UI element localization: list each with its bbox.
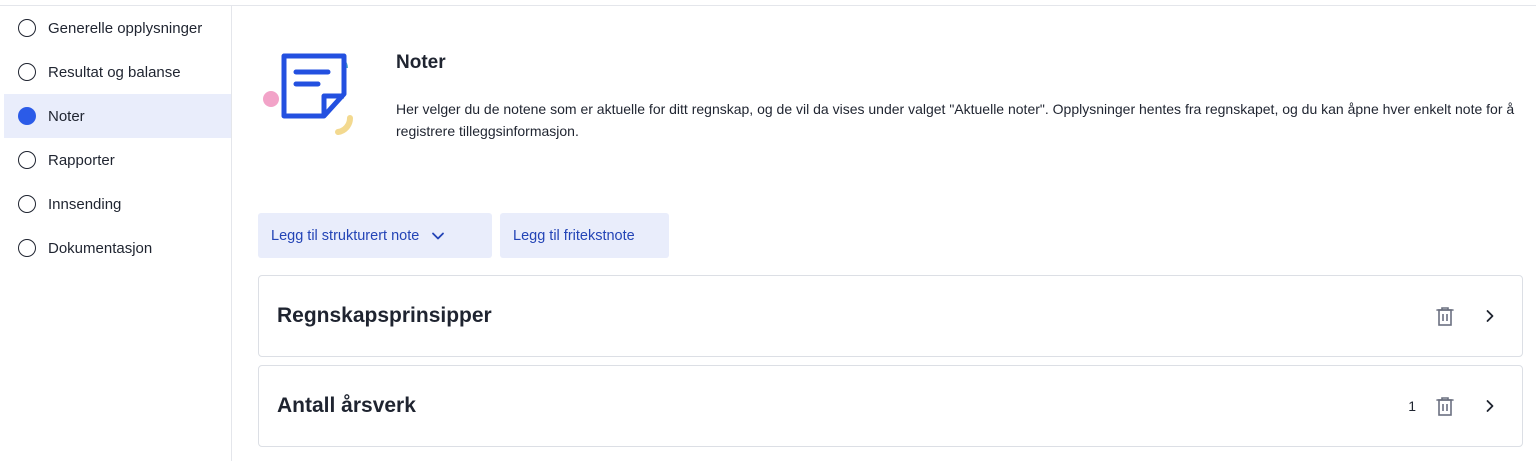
trash-icon[interactable]: [1434, 395, 1456, 417]
note-card[interactable]: Regnskapsprinsipper: [258, 275, 1523, 357]
add-freetext-note-label: Legg til fritekstnote: [513, 227, 635, 244]
sidebar-item-label: Innsending: [48, 195, 122, 213]
add-structured-note-label: Legg til strukturert note: [271, 227, 420, 244]
radio-empty-icon: [18, 195, 36, 213]
sidebar-item-dokumentasjon[interactable]: Dokumentasjon: [4, 226, 231, 270]
trash-icon[interactable]: [1434, 305, 1456, 327]
note-card[interactable]: Antall årsverk 1: [258, 365, 1523, 447]
radio-filled-icon: [18, 107, 36, 125]
chevron-down-icon: [432, 232, 445, 239]
add-structured-note-button[interactable]: Legg til strukturert note: [258, 213, 492, 258]
sidebar-item-label: Noter: [48, 107, 85, 125]
radio-empty-icon: [18, 151, 36, 169]
sidebar-item-noter[interactable]: Noter: [4, 94, 231, 138]
page-title: Noter: [396, 52, 446, 73]
chevron-right-icon[interactable]: [1482, 308, 1498, 324]
note-count: 1: [1408, 398, 1416, 414]
radio-empty-icon: [18, 19, 36, 37]
note-title: Antall årsverk: [277, 394, 416, 417]
note-title: Regnskapsprinsipper: [277, 304, 492, 327]
sidebar-item-label: Rapporter: [48, 151, 115, 169]
sidebar-item-generelle-opplysninger[interactable]: Generelle opplysninger: [4, 6, 231, 50]
chevron-right-icon[interactable]: [1482, 398, 1498, 414]
radio-empty-icon: [18, 239, 36, 257]
sidebar-item-resultat-og-balanse[interactable]: Resultat og balanse: [4, 50, 231, 94]
sidebar-item-rapporter[interactable]: Rapporter: [4, 138, 231, 182]
add-freetext-note-button[interactable]: Legg til fritekstnote: [500, 213, 669, 258]
sidebar-item-innsending[interactable]: Innsending: [4, 182, 231, 226]
sidebar: Generelle opplysninger Resultat og balan…: [0, 6, 232, 461]
radio-empty-icon: [18, 63, 36, 81]
note-document-illustration: [263, 53, 354, 135]
app-root: Generelle opplysninger Resultat og balan…: [0, 0, 1536, 461]
sidebar-item-label: Generelle opplysninger: [48, 19, 203, 37]
page-description: Her velger du de notene som er aktuelle …: [396, 101, 1515, 139]
sidebar-item-label: Dokumentasjon: [48, 239, 153, 257]
sidebar-item-label: Resultat og balanse: [48, 63, 181, 81]
